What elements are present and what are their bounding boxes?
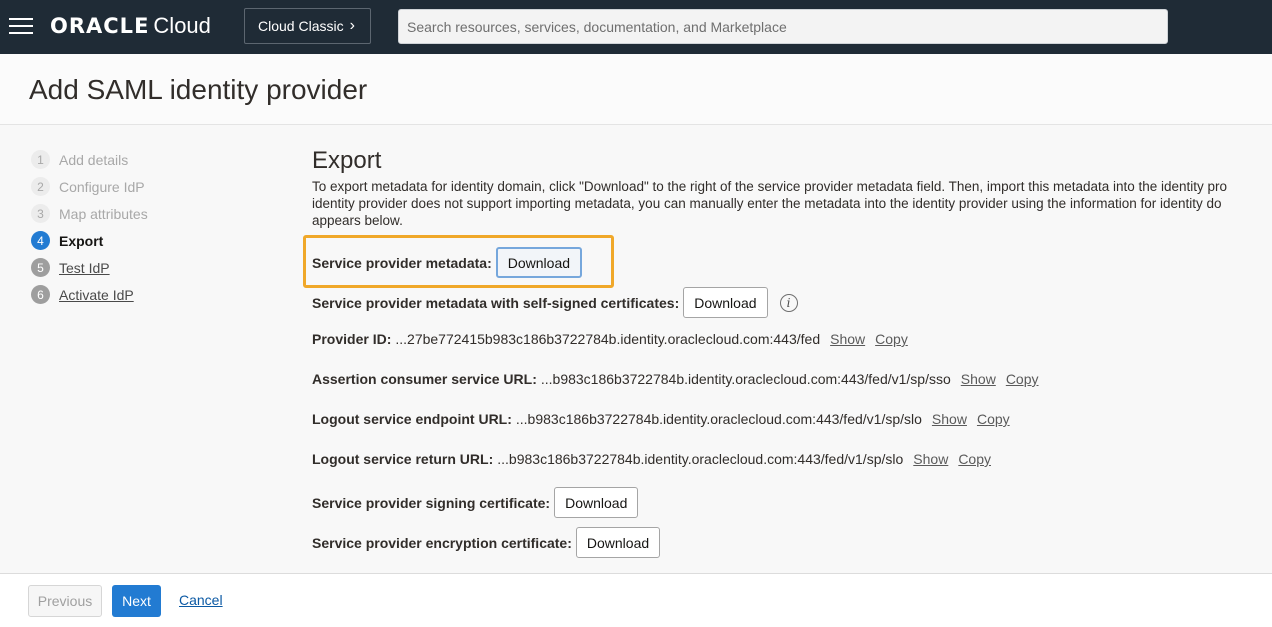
logout-return-row: Logout service return URL: ...b983c186b3… [312, 451, 991, 467]
provider-id-show-link[interactable]: Show [830, 331, 865, 347]
top-navigation-bar: ORACLE Cloud Cloud Classic › [0, 0, 1272, 54]
provider-id-value: ...27be772415b983c186b3722784b.identity.… [395, 331, 821, 347]
logo-brand: ORACLE [50, 14, 150, 38]
step-export: 4 Export [31, 227, 148, 254]
previous-button[interactable]: Previous [28, 585, 102, 617]
encryption-cert-row: Service provider encryption certificate:… [312, 527, 661, 558]
cancel-link[interactable]: Cancel [179, 592, 223, 608]
oracle-cloud-logo[interactable]: ORACLE Cloud [50, 13, 211, 41]
logout-return-label: Logout service return URL: [312, 451, 494, 467]
step-number: 1 [31, 150, 50, 169]
sp-metadata-download-button[interactable]: Download [495, 247, 583, 278]
acs-url-value: ...b983c186b3722784b.identity.oracleclou… [540, 371, 951, 387]
section-title: Export [312, 147, 382, 174]
encryption-cert-download-button[interactable]: Download [575, 527, 661, 558]
info-icon[interactable]: i [779, 293, 798, 312]
logo-product: Cloud [153, 13, 211, 38]
signing-cert-download-button[interactable]: Download [554, 487, 639, 518]
provider-id-row: Provider ID: ...27be772415b983c186b37227… [312, 331, 908, 347]
wizard-body: 1 Add details 2 Configure IdP 3 Map attr… [0, 125, 1272, 573]
encryption-cert-label: Service provider encryption certificate: [312, 534, 572, 551]
step-number: 2 [31, 177, 50, 196]
step-map-attributes: 3 Map attributes [31, 200, 148, 227]
sp-metadata-label: Service provider metadata: [312, 254, 492, 271]
page-title: Add SAML identity provider [29, 74, 368, 105]
logout-endpoint-label: Logout service endpoint URL: [312, 411, 512, 427]
step-add-details: 1 Add details [31, 146, 148, 173]
signing-cert-row: Service provider signing certificate: Do… [312, 487, 639, 518]
next-button[interactable]: Next [112, 585, 161, 617]
acs-url-copy-link[interactable]: Copy [1006, 371, 1039, 387]
wizard-footer: Previous Next Cancel [0, 573, 1272, 627]
signing-cert-label: Service provider signing certificate: [312, 494, 551, 511]
step-number: 6 [31, 285, 50, 304]
section-description: To export metadata for identity domain, … [312, 178, 1272, 229]
sp-metadata-self-signed-row: Service provider metadata with self-sign… [312, 287, 798, 318]
export-section: Export To export metadata for identity d… [312, 145, 1272, 558]
sp-metadata-self-signed-download-button[interactable]: Download [683, 287, 768, 318]
acs-url-show-link[interactable]: Show [961, 371, 996, 387]
step-label[interactable]: Activate IdP [59, 287, 134, 303]
description-line: To export metadata for identity domain, … [312, 179, 1228, 194]
cloud-classic-button[interactable]: Cloud Classic › [244, 8, 371, 44]
chevron-right-icon: › [349, 17, 355, 34]
hamburger-menu-icon[interactable] [9, 17, 33, 35]
step-test-idp[interactable]: 5 Test IdP [31, 254, 148, 281]
acs-url-label: Assertion consumer service URL: [312, 371, 537, 387]
step-number: 4 [31, 231, 50, 250]
logout-endpoint-row: Logout service endpoint URL: ...b983c186… [312, 411, 1010, 427]
provider-id-label: Provider ID: [312, 331, 392, 347]
logout-endpoint-copy-link[interactable]: Copy [977, 411, 1010, 427]
step-label: Add details [59, 151, 129, 168]
step-label: Configure IdP [59, 178, 145, 195]
step-activate-idp[interactable]: 6 Activate IdP [31, 281, 148, 308]
step-configure-idp: 2 Configure IdP [31, 173, 148, 200]
step-label: Export [59, 232, 104, 249]
acs-url-row: Assertion consumer service URL: ...b983c… [312, 371, 1039, 387]
sp-metadata-self-signed-label: Service provider metadata with self-sign… [312, 294, 680, 311]
logout-return-copy-link[interactable]: Copy [958, 451, 991, 467]
wizard-steps: 1 Add details 2 Configure IdP 3 Map attr… [31, 146, 148, 308]
step-label: Map attributes [59, 205, 148, 222]
sp-metadata-row: Service provider metadata: Download [312, 247, 583, 278]
description-line: appears below. [312, 213, 403, 228]
step-number: 3 [31, 204, 50, 223]
logout-return-show-link[interactable]: Show [913, 451, 948, 467]
step-number: 5 [31, 258, 50, 277]
cloud-classic-label: Cloud Classic [258, 18, 344, 34]
page-header: Add SAML identity provider [0, 54, 1272, 125]
step-label[interactable]: Test IdP [59, 260, 110, 276]
logout-endpoint-value: ...b983c186b3722784b.identity.oracleclou… [515, 411, 922, 427]
description-line: identity provider does not support impor… [312, 196, 1222, 211]
search-input[interactable] [398, 9, 1168, 44]
logout-endpoint-show-link[interactable]: Show [932, 411, 967, 427]
logout-return-value: ...b983c186b3722784b.identity.oracleclou… [497, 451, 904, 467]
provider-id-copy-link[interactable]: Copy [875, 331, 908, 347]
